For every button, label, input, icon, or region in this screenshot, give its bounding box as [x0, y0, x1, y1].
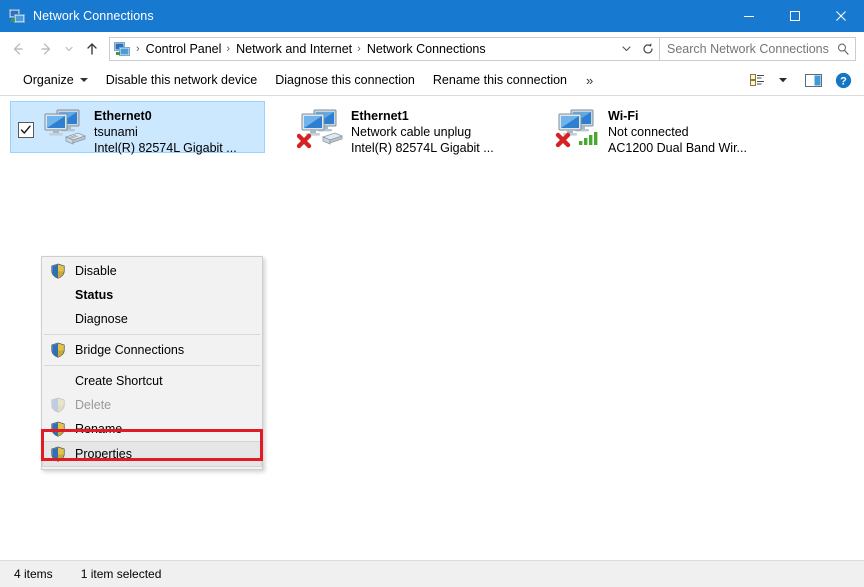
breadcrumb-separator-0: › — [133, 43, 144, 55]
window-controls — [726, 0, 864, 32]
menu-separator — [44, 334, 260, 335]
status-selection: 1 item selected — [81, 567, 162, 581]
minimize-button[interactable] — [726, 0, 772, 32]
menu-item-label: Delete — [70, 398, 111, 412]
title-bar: Network Connections — [0, 0, 864, 32]
svg-text:?: ? — [840, 75, 847, 87]
list-item[interactable]: Ethernet1 Network cable unplug Intel(R) … — [267, 101, 522, 153]
connection-name: Wi-Fi — [608, 108, 747, 124]
menu-item-bridge-connections[interactable]: Bridge Connections — [42, 338, 262, 362]
connections-content-area[interactable]: Ethernet0 tsunami Intel(R) 82574L Gigabi… — [0, 96, 864, 560]
refresh-icon[interactable] — [637, 38, 659, 60]
shield-icon — [46, 419, 70, 439]
search-box[interactable]: Search Network Connections — [660, 37, 856, 61]
connection-description: Not connected — [608, 124, 747, 140]
menu-item-label: Rename — [70, 422, 122, 436]
network-connections-window: Network Connections — [0, 0, 864, 587]
connections-list: Ethernet0 tsunami Intel(R) 82574L Gigabi… — [10, 101, 864, 153]
menu-item-disable[interactable]: Disable — [42, 259, 262, 283]
recent-locations-button[interactable] — [60, 36, 78, 62]
search-input[interactable]: Search Network Connections — [660, 42, 831, 56]
toolbar-overflow-button[interactable]: » — [576, 70, 602, 91]
organize-button[interactable]: Organize — [14, 69, 97, 91]
context-menu[interactable]: Disable Status Diagnose — [41, 256, 263, 470]
status-bar: 4 items 1 item selected — [0, 560, 864, 587]
menu-item-label: Create Shortcut — [70, 374, 163, 388]
breadcrumb-item-network-connections[interactable]: Network Connections — [365, 42, 488, 56]
disable-network-device-button[interactable]: Disable this network device — [97, 69, 266, 91]
menu-icon-placeholder — [46, 309, 70, 329]
network-adapter-icon — [297, 107, 345, 151]
back-button[interactable] — [4, 36, 32, 62]
list-item[interactable]: Wi-Fi Not connected AC1200 Dual Band Wir… — [524, 101, 779, 153]
search-icon[interactable] — [831, 38, 855, 60]
chevron-down-icon[interactable] — [615, 38, 637, 60]
shield-icon — [46, 261, 70, 281]
up-button[interactable] — [78, 36, 106, 62]
connection-name: Ethernet0 — [94, 108, 237, 124]
menu-item-properties[interactable]: Properties — [42, 441, 262, 467]
window-title: Network Connections — [33, 9, 726, 23]
menu-item-status[interactable]: Status — [42, 283, 262, 307]
connection-adapter: AC1200 Dual Band Wir... — [608, 140, 747, 156]
breadcrumb-item-network-and-internet[interactable]: Network and Internet — [234, 42, 354, 56]
connection-adapter: Intel(R) 82574L Gigabit ... — [94, 140, 237, 156]
command-toolbar: Organize Disable this network device Dia… — [0, 65, 864, 96]
list-item-texts: Ethernet1 Network cable unplug Intel(R) … — [351, 108, 494, 156]
view-dropdown-icon[interactable] — [770, 68, 796, 92]
list-item[interactable]: Ethernet0 tsunami Intel(R) 82574L Gigabi… — [10, 101, 265, 153]
connection-adapter: Intel(R) 82574L Gigabit ... — [351, 140, 494, 156]
menu-item-label: Properties — [70, 447, 132, 461]
menu-item-rename[interactable]: Rename — [42, 417, 262, 441]
menu-separator — [44, 365, 260, 366]
organize-label: Organize — [23, 73, 74, 87]
shield-icon — [46, 340, 70, 360]
address-bar[interactable]: › Control Panel › Network and Internet ›… — [109, 37, 660, 61]
close-button[interactable] — [818, 0, 864, 32]
connection-description: tsunami — [94, 124, 237, 140]
shield-icon — [46, 444, 70, 464]
connection-name: Ethernet1 — [351, 108, 494, 124]
menu-item-label: Diagnose — [70, 312, 128, 326]
item-checkbox-ethernet0[interactable] — [18, 122, 34, 138]
list-item-texts: Wi-Fi Not connected AC1200 Dual Band Wir… — [608, 108, 747, 156]
menu-item-label: Status — [70, 288, 113, 302]
menu-icon-placeholder — [46, 371, 70, 391]
rename-connection-button[interactable]: Rename this connection — [424, 69, 576, 91]
connection-description: Network cable unplug — [351, 124, 494, 140]
status-item-count: 4 items — [14, 567, 53, 581]
diagnose-connection-button[interactable]: Diagnose this connection — [266, 69, 424, 91]
network-adapter-icon — [40, 107, 88, 151]
breadcrumb-root-icon — [114, 41, 130, 57]
help-icon[interactable]: ? — [830, 68, 856, 92]
breadcrumb-item-control-panel[interactable]: Control Panel — [144, 42, 224, 56]
menu-icon-placeholder — [46, 285, 70, 305]
menu-item-label: Disable — [70, 264, 117, 278]
breadcrumb-separator-1: › — [223, 43, 234, 55]
maximize-button[interactable] — [772, 0, 818, 32]
menu-item-create-shortcut[interactable]: Create Shortcut — [42, 369, 262, 393]
menu-item-diagnose[interactable]: Diagnose — [42, 307, 262, 331]
forward-button[interactable] — [32, 36, 60, 62]
list-item-texts: Ethernet0 tsunami Intel(R) 82574L Gigabi… — [94, 108, 237, 156]
shield-icon — [46, 395, 70, 415]
change-view-icon[interactable] — [744, 68, 770, 92]
menu-item-delete: Delete — [42, 393, 262, 417]
network-connections-icon — [9, 8, 25, 24]
wireless-adapter-icon — [554, 107, 602, 151]
menu-item-label: Bridge Connections — [70, 343, 184, 357]
preview-pane-icon[interactable] — [796, 68, 830, 92]
breadcrumb-separator-2: › — [354, 43, 365, 55]
navigation-bar: › Control Panel › Network and Internet ›… — [0, 32, 864, 65]
chevron-down-icon — [80, 78, 88, 82]
